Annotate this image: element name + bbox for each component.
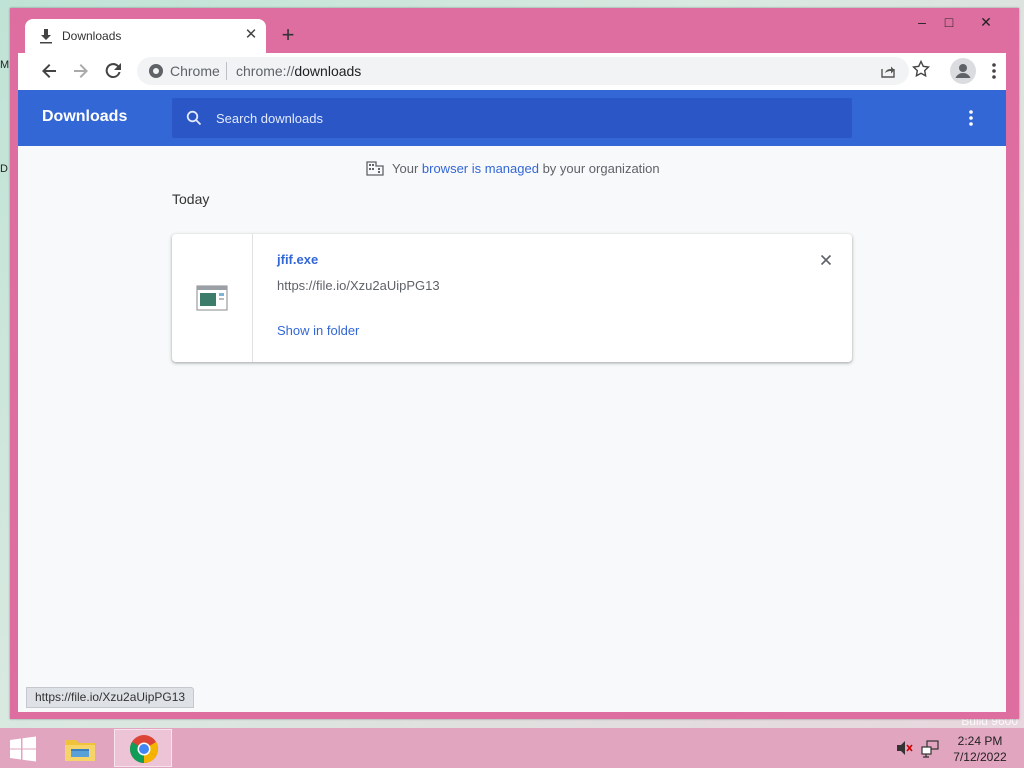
date-heading: Today [172,191,210,207]
page-content: Downloads Your browser is managed by you… [18,90,1006,712]
desktop-icon-label-fragment: D [0,163,8,175]
site-chip-label: Chrome [170,63,220,79]
browser-managed-link[interactable]: browser is managed [422,161,539,176]
managed-prefix: Your [392,161,422,176]
tab-close-button[interactable]: ✕ [243,25,259,45]
file-explorer-icon[interactable] [62,734,98,764]
maximize-button[interactable]: □ [934,12,964,32]
building-icon [366,161,384,176]
person-icon [955,64,971,78]
address-bar[interactable]: Chrome chrome://downloads [137,57,909,85]
chrome-menu-icon[interactable] [988,61,1000,81]
page-title: Downloads [42,108,128,125]
system-clock[interactable]: 2:24 PM 7/12/2022 [945,733,1015,765]
clock-date: 7/12/2022 [953,750,1007,764]
file-source-url[interactable]: https://file.io/Xzu2aUipPG13 [277,278,440,293]
taskbar: 2:24 PM 7/12/2022 [0,728,1024,768]
forward-arrow-icon[interactable] [70,60,92,82]
browser-toolbar: Chrome chrome://downloads [18,53,1006,90]
window-close-button[interactable]: ✕ [971,12,1001,32]
file-name-link[interactable]: jfif.exe [277,252,318,267]
desktop-icon-label-fragment: M [0,59,10,71]
download-item-card: jfif.exe https://file.io/Xzu2aUipPG13 Sh… [172,234,852,362]
downloads-header: Downloads [18,90,1006,146]
chrome-site-icon[interactable] [149,64,163,78]
url-host: downloads [294,63,362,79]
share-icon[interactable] [880,63,896,79]
search-downloads-box[interactable] [172,98,852,138]
browser-window: – □ ✕ Downloads ✕ + Chrome chrome://down… [10,8,1019,719]
managed-browser-notice: Your browser is managed by your organiza… [366,160,660,180]
network-icon[interactable] [921,740,939,758]
bookmark-star-icon[interactable] [912,60,930,78]
url-scheme: chrome:// [236,63,295,79]
tab-title: Downloads [62,29,122,43]
close-icon[interactable] [816,250,836,270]
minimize-button[interactable]: – [907,12,937,32]
more-actions-icon[interactable] [964,108,978,128]
new-tab-button[interactable]: + [276,24,300,48]
search-icon [186,110,202,126]
executable-file-icon [196,285,228,311]
profile-avatar-button[interactable] [950,58,976,84]
managed-suffix: by your organization [538,161,660,176]
volume-muted-icon[interactable] [896,740,914,756]
windows-start-icon[interactable] [8,736,38,762]
address-separator [226,62,227,80]
search-input[interactable] [216,106,816,130]
address-url[interactable]: chrome://downloads [236,63,361,79]
chrome-logo-icon [130,735,158,763]
tab-downloads[interactable]: Downloads ✕ [25,19,266,54]
back-arrow-icon[interactable] [38,60,60,82]
status-bubble: https://file.io/Xzu2aUipPG13 [26,687,195,708]
taskbar-chrome-button[interactable] [114,729,172,767]
reload-icon[interactable] [102,60,124,82]
clock-time: 2:24 PM [957,734,1003,748]
show-in-folder-link[interactable]: Show in folder [277,323,359,338]
download-icon [40,29,52,44]
file-icon-column [172,234,253,362]
